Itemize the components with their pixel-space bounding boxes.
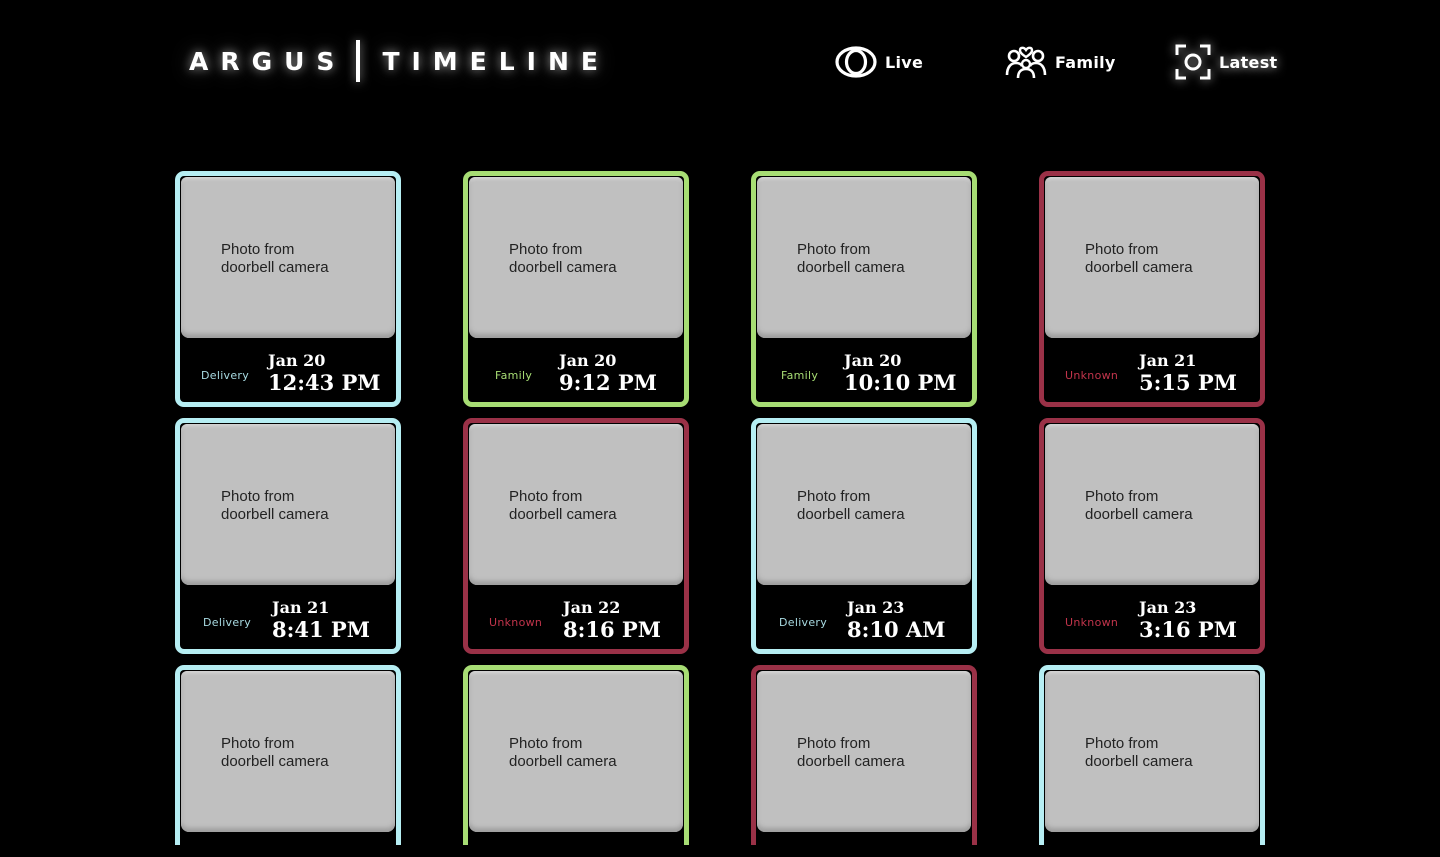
event-time: 8:41 PM	[272, 617, 370, 642]
timeline-grid: Photo from doorbell camera Delivery Jan …	[175, 171, 1265, 845]
photo-placeholder: Photo from doorbell camera	[469, 177, 683, 338]
photo-placeholder: Photo from doorbell camera	[757, 424, 971, 585]
nav-live[interactable]: Live	[835, 40, 923, 84]
photo-label: Photo from doorbell camera	[509, 488, 617, 523]
event-type-label: Delivery	[779, 616, 828, 629]
brand-timeline: TIMELINE	[382, 46, 610, 76]
page: ARGUS TIMELINE Live Family Latest Photo …	[0, 0, 1440, 857]
app-title: ARGUS TIMELINE	[189, 38, 610, 84]
photo-placeholder: Photo from doorbell camera	[469, 424, 683, 585]
timeline-card[interactable]: Photo from doorbell camera Unknown Jan 2…	[1039, 418, 1265, 654]
photo-label: Photo from doorbell camera	[1085, 488, 1193, 523]
event-date: Jan 21	[272, 598, 330, 617]
photo-label: Photo from doorbell camera	[1085, 735, 1193, 770]
event-type-label: Family	[781, 369, 819, 382]
event-type-label: Unknown	[1065, 369, 1119, 382]
event-type-label: Delivery	[203, 616, 252, 629]
photo-placeholder: Photo from doorbell camera	[757, 177, 971, 338]
nav-family[interactable]: Family	[1005, 40, 1116, 84]
event-time: 3:16 PM	[1139, 617, 1237, 642]
event-date: Jan 23	[847, 598, 905, 617]
nav-latest-label: Latest	[1219, 52, 1278, 72]
event-type-label: Family	[495, 369, 533, 382]
timeline-card[interactable]: Photo from doorbell camera Unknown Jan 2…	[1039, 171, 1265, 407]
photo-placeholder: Photo from doorbell camera	[1045, 424, 1259, 585]
event-date: Jan 23	[1139, 598, 1197, 617]
photo-label: Photo from doorbell camera	[797, 488, 905, 523]
event-type-label: Unknown	[1065, 616, 1119, 629]
photo-placeholder: Photo from doorbell camera	[469, 671, 683, 832]
photo-label: Photo from doorbell camera	[797, 241, 905, 276]
brand-argus: ARGUS	[189, 46, 347, 76]
event-date: Jan 20	[268, 351, 326, 370]
brand-divider	[356, 40, 361, 82]
photo-label: Photo from doorbell camera	[221, 241, 329, 276]
nav-live-label: Live	[885, 52, 924, 72]
timeline-card[interactable]: Photo from doorbell camera Family Jan 20…	[751, 171, 977, 407]
photo-placeholder: Photo from doorbell camera	[1045, 671, 1259, 832]
photo-label: Photo from doorbell camera	[221, 735, 329, 770]
event-time: 12:43 PM	[268, 370, 381, 395]
event-type-label: Unknown	[489, 616, 543, 629]
camera-focus-icon	[1175, 44, 1211, 80]
eye-icon	[835, 46, 877, 78]
timeline-card[interactable]: Photo from doorbell camera	[1039, 665, 1265, 845]
event-date: Jan 20	[844, 351, 902, 370]
event-time: 8:16 PM	[563, 617, 661, 642]
timeline-card[interactable]: Photo from doorbell camera	[751, 665, 977, 845]
event-date: Jan 20	[559, 351, 617, 370]
event-type-label: Delivery	[201, 369, 250, 382]
photo-label: Photo from doorbell camera	[509, 735, 617, 770]
photo-placeholder: Photo from doorbell camera	[181, 424, 395, 585]
event-time: 10:10 PM	[844, 370, 957, 395]
photo-placeholder: Photo from doorbell camera	[757, 671, 971, 832]
photo-placeholder: Photo from doorbell camera	[181, 671, 395, 832]
event-date: Jan 21	[1139, 351, 1197, 370]
photo-label: Photo from doorbell camera	[1085, 241, 1193, 276]
timeline-card[interactable]: Photo from doorbell camera Delivery Jan …	[751, 418, 977, 654]
nav-latest[interactable]: Latest	[1175, 40, 1277, 84]
event-date: Jan 22	[563, 598, 621, 617]
photo-label: Photo from doorbell camera	[221, 488, 329, 523]
timeline-card[interactable]: Photo from doorbell camera Delivery Jan …	[175, 418, 401, 654]
event-time: 8:10 AM	[847, 617, 946, 642]
photo-placeholder: Photo from doorbell camera	[181, 177, 395, 338]
event-time: 9:12 PM	[559, 370, 657, 395]
timeline-card[interactable]: Photo from doorbell camera Unknown Jan 2…	[463, 418, 689, 654]
timeline-card[interactable]: Photo from doorbell camera Delivery Jan …	[175, 171, 401, 407]
family-icon	[1005, 46, 1047, 79]
photo-label: Photo from doorbell camera	[797, 735, 905, 770]
photo-placeholder: Photo from doorbell camera	[1045, 177, 1259, 338]
timeline-card[interactable]: Photo from doorbell camera	[463, 665, 689, 845]
event-time: 5:15 PM	[1139, 370, 1237, 395]
timeline-card[interactable]: Photo from doorbell camera	[175, 665, 401, 845]
nav-family-label: Family	[1055, 52, 1116, 72]
photo-label: Photo from doorbell camera	[509, 241, 617, 276]
timeline-card[interactable]: Photo from doorbell camera Family Jan 20…	[463, 171, 689, 407]
